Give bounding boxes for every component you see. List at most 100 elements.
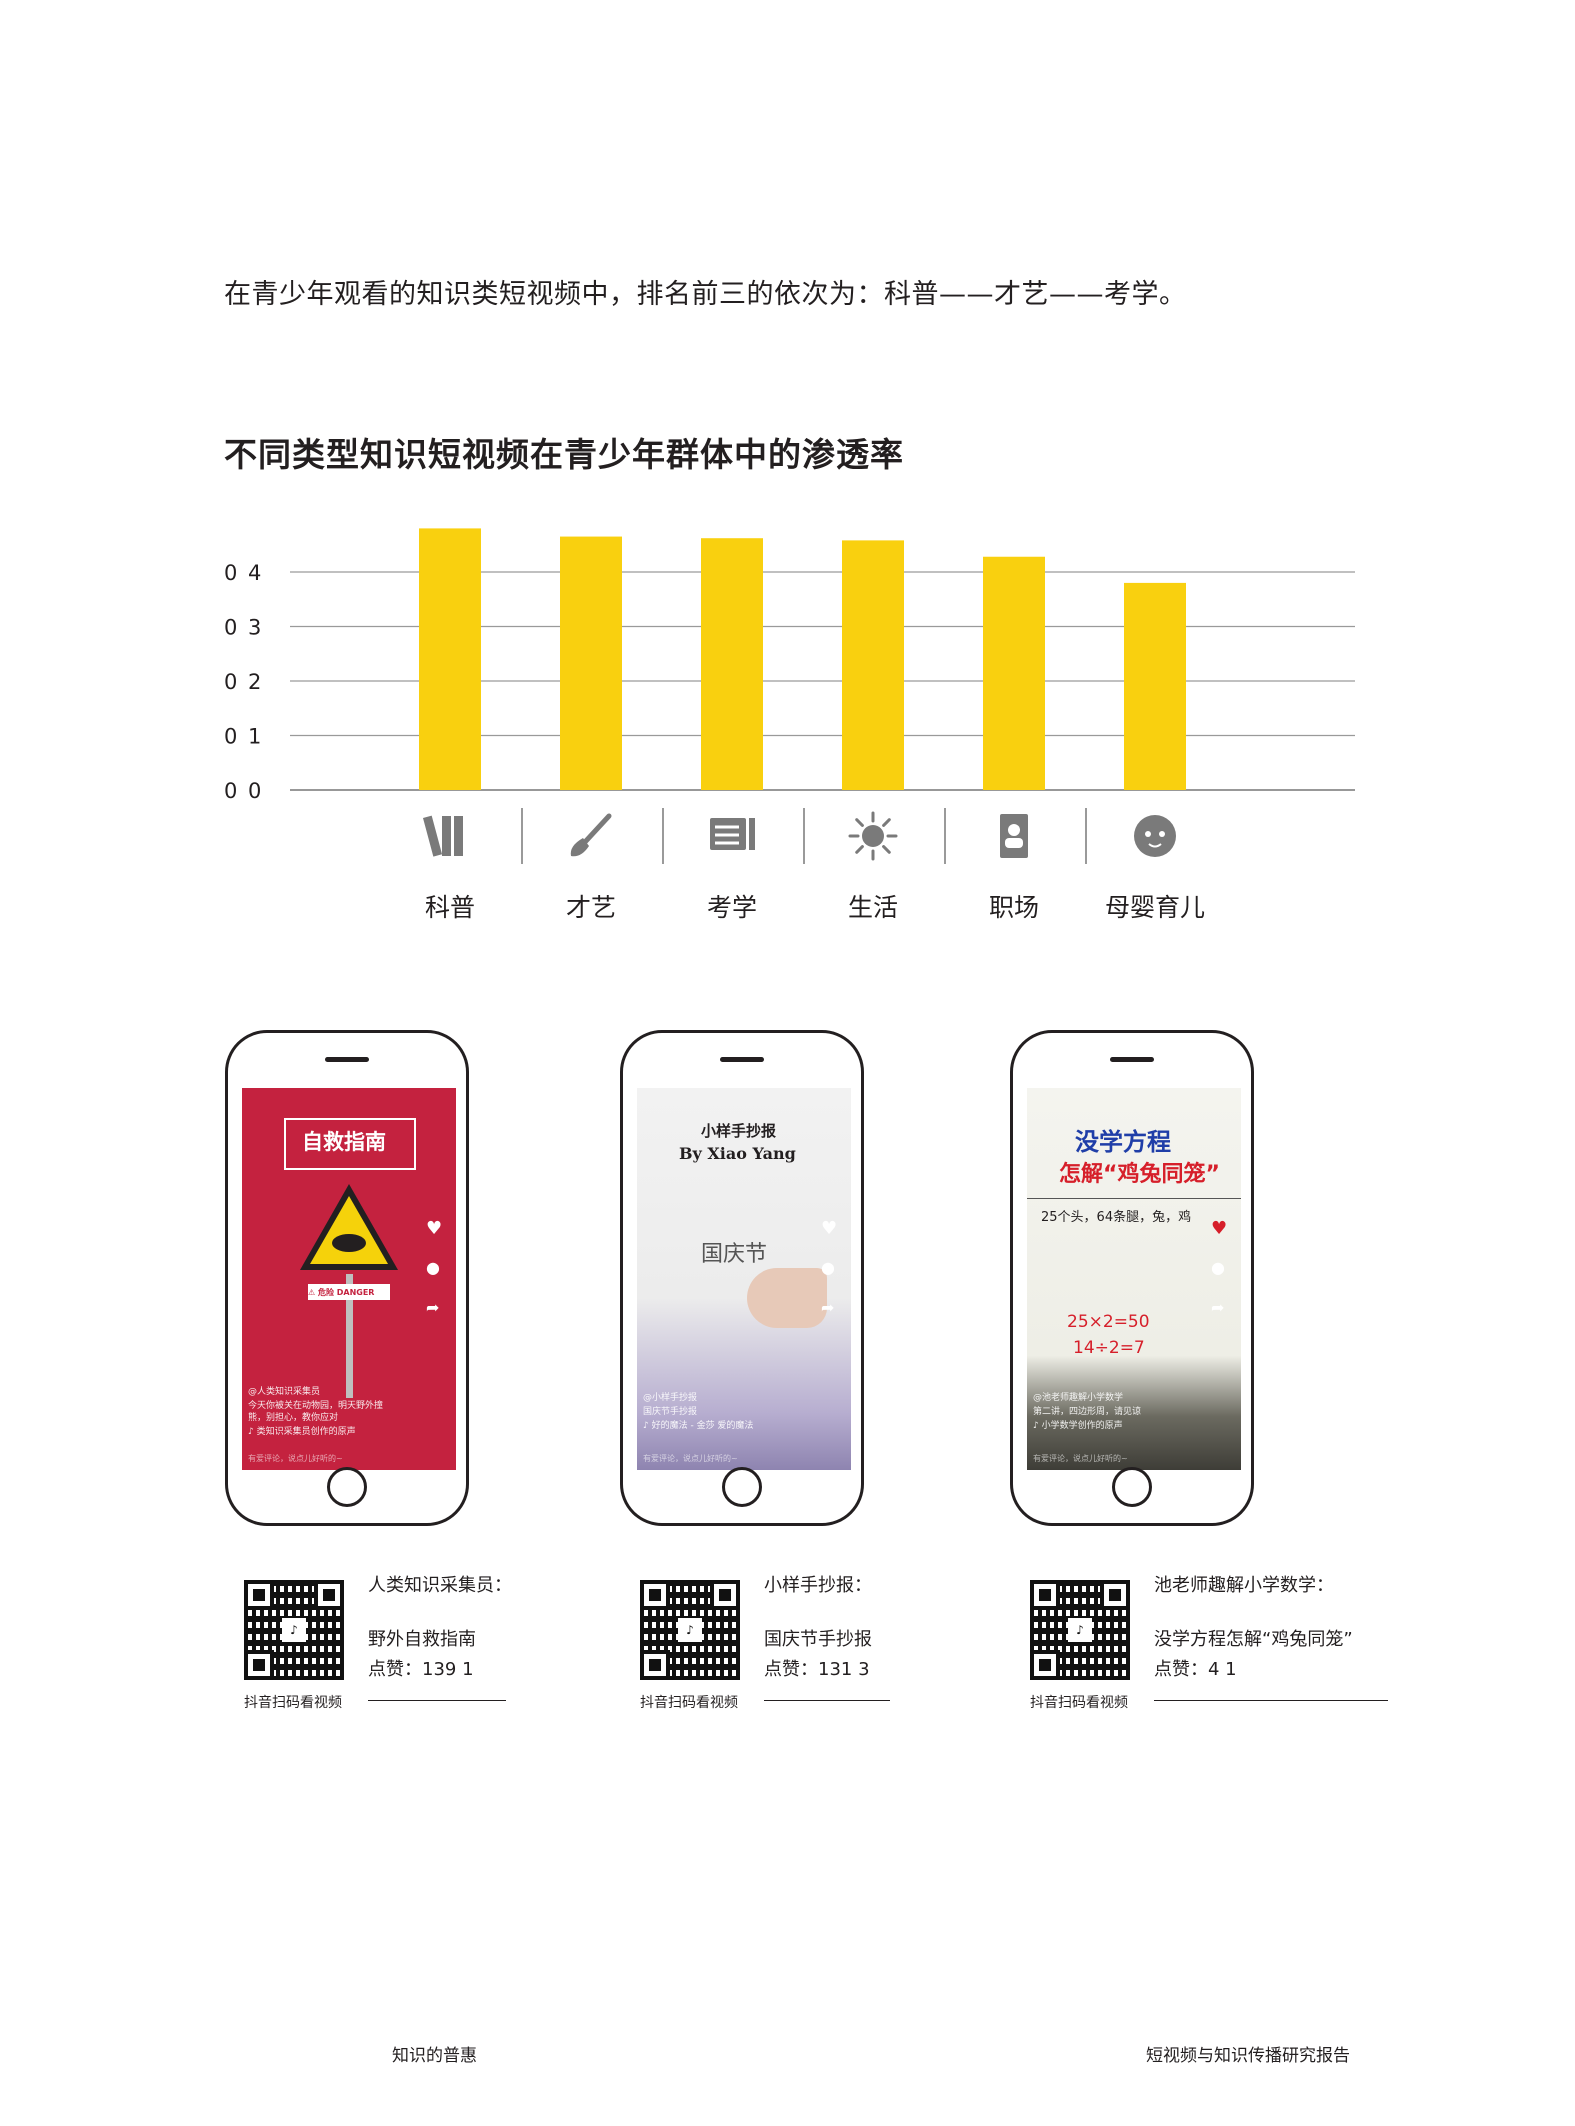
video-side-actions: ♥ ● ➦: [819, 1218, 845, 1338]
danger-sign-text: ⚠ 危险 DANGER: [308, 1288, 375, 1297]
scan-hint: 抖音扫码看视频: [640, 1695, 738, 1711]
video-screen-1[interactable]: 自救指南 ⚠ 危险 DANGER ♥ ● ➦ @人类知识采集员 今天你被关在动物…: [242, 1088, 456, 1470]
video-subtitle: By Xiao Yang: [679, 1144, 796, 1163]
card-author: 人类知识采集员：: [368, 1575, 512, 1596]
category-label: 考学: [707, 893, 757, 922]
baby-eye: [1145, 831, 1151, 837]
heart-icon[interactable]: ♥: [426, 1218, 448, 1239]
video-music: ♪ 类知识采集员创作的原声: [248, 1427, 356, 1437]
category-separator: [521, 808, 523, 864]
category-label: 才艺: [566, 893, 616, 922]
comment-input[interactable]: 有爱评论，说点儿好听的~: [1033, 1453, 1128, 1464]
phone-speaker: [1110, 1057, 1154, 1062]
bar: [1124, 582, 1186, 790]
baby-eye: [1159, 831, 1165, 837]
brush-icon: [582, 813, 612, 845]
douyin-logo-icon: ♪: [282, 1618, 306, 1642]
video-subtitle: 怎解“鸡兔同笼”: [1059, 1162, 1220, 1187]
card-likes: 点赞：131 3: [764, 1659, 870, 1680]
math-line-1: 25个头，64条腿，兔，鸡: [1041, 1210, 1192, 1225]
heart-icon[interactable]: ♥: [821, 1218, 843, 1239]
bar: [983, 556, 1045, 790]
video-music: ♪ 小学数学创作的原声: [1033, 1421, 1123, 1431]
card-author: 小样手抄报：: [764, 1575, 872, 1596]
video-title: 小样手抄报: [701, 1122, 777, 1140]
sun-ray: [882, 818, 891, 827]
footer-left: 知识的普惠: [392, 2046, 477, 2066]
comment-input[interactable]: 有爱评论，说点儿好听的~: [248, 1453, 343, 1464]
card-rule: [368, 1700, 506, 1701]
category-separator: [944, 808, 946, 864]
scan-hint: 抖音扫码看视频: [1030, 1695, 1128, 1711]
y-tick-label: 0 2: [224, 670, 263, 694]
category-label: 母婴育儿: [1105, 893, 1205, 922]
category-label: 职场: [989, 893, 1039, 922]
sun-icon: [862, 825, 884, 847]
phone-speaker: [325, 1057, 369, 1062]
math-line-2: 25×2=50: [1067, 1312, 1150, 1332]
card-likes: 点赞：4 1: [1154, 1659, 1237, 1680]
heart-icon[interactable]: ♥: [1211, 1218, 1233, 1239]
comment-input[interactable]: 有爱评论，说点儿好听的~: [643, 1453, 738, 1464]
y-tick-label: 0 0: [224, 779, 263, 803]
home-button: [327, 1467, 367, 1507]
comment-icon[interactable]: ●: [1211, 1258, 1233, 1277]
y-tick-label: 0 1: [224, 725, 263, 749]
sun-ray: [855, 818, 864, 827]
card-likes: 点赞：139 1: [368, 1659, 474, 1680]
sun-ray: [882, 845, 891, 854]
video-screen-2[interactable]: 小样手抄报 By Xiao Yang 国庆节 ♥ ● ➦ @小样手抄报 国庆节手…: [637, 1088, 851, 1470]
baby-icon: [1134, 815, 1176, 857]
card-title: 国庆节手抄报: [764, 1629, 872, 1650]
home-button: [722, 1467, 762, 1507]
douyin-logo-icon: ♪: [1068, 1618, 1092, 1642]
handwritten-text: 国庆节: [701, 1242, 768, 1267]
video-description: 今天你被关在动物园，明天野外撞熊，别担心，教你应对: [248, 1401, 384, 1423]
video-title: 自救指南: [302, 1130, 386, 1154]
category-label: 生活: [848, 893, 898, 922]
video-description: 第二讲，四边形周，请见谅: [1033, 1407, 1142, 1417]
video-side-actions: ♥ ● ➦: [1209, 1218, 1235, 1338]
scan-hint: 抖音扫码看视频: [244, 1695, 342, 1711]
book-spine: [454, 816, 463, 856]
footer-right: 短视频与知识传播研究报告: [1146, 2046, 1350, 2066]
share-icon[interactable]: ➦: [821, 1298, 843, 1317]
badge-head: [1008, 824, 1020, 836]
comment-icon[interactable]: ●: [426, 1258, 448, 1277]
card-title: 没学方程怎解“鸡兔同笼”: [1154, 1629, 1353, 1650]
video-description: 国庆节手抄报: [643, 1407, 698, 1417]
qr-code[interactable]: ♪: [1026, 1576, 1134, 1684]
share-icon[interactable]: ➦: [426, 1298, 448, 1317]
share-icon[interactable]: ➦: [1211, 1298, 1233, 1317]
math-line-3: 14÷2=7: [1073, 1338, 1145, 1358]
category-separator: [662, 808, 664, 864]
card-rule: [764, 1700, 890, 1701]
card-rule: [1154, 1700, 1388, 1701]
penetration-bar-chart: 0 0 0 1 0 2 0 3 0 4 科普 才艺 考学 生活 职场 母婴育儿: [224, 528, 1355, 922]
video-side-actions: ♥ ● ➦: [424, 1218, 450, 1338]
y-tick-label: 0 4: [224, 561, 263, 585]
card-title: 野外自救指南: [368, 1629, 476, 1650]
bar: [560, 536, 622, 790]
card-author: 池老师趣解小学数学：: [1154, 1575, 1334, 1596]
phone-mockup-1: 自救指南 ⚠ 危险 DANGER ♥ ● ➦ @人类知识采集员 今天你被关在动物…: [225, 1030, 469, 1526]
category-separator: [803, 808, 805, 864]
category-separator: [1085, 808, 1087, 864]
y-tick-label: 0 3: [224, 616, 263, 640]
books-icon: [422, 815, 443, 857]
phone-mockup-2: 小样手抄报 By Xiao Yang 国庆节 ♥ ● ➦ @小样手抄报 国庆节手…: [620, 1030, 864, 1526]
douyin-logo-icon: ♪: [678, 1618, 702, 1642]
qr-code[interactable]: ♪: [240, 1576, 348, 1684]
bar: [701, 538, 763, 790]
exam-pencil: [749, 818, 755, 850]
phone-speaker: [720, 1057, 764, 1062]
video-author: @人类知识采集员: [248, 1387, 321, 1397]
qr-code[interactable]: ♪: [636, 1576, 744, 1684]
comment-icon[interactable]: ●: [821, 1258, 843, 1277]
category-label: 科普: [425, 893, 475, 922]
badge-body: [1005, 838, 1023, 848]
bar: [419, 528, 481, 790]
bar: [842, 540, 904, 790]
video-screen-3[interactable]: 没学方程 怎解“鸡兔同笼” 25个头，64条腿，兔，鸡 25×2=50 14÷2…: [1027, 1088, 1241, 1470]
video-author: @小样手抄报: [643, 1393, 698, 1403]
